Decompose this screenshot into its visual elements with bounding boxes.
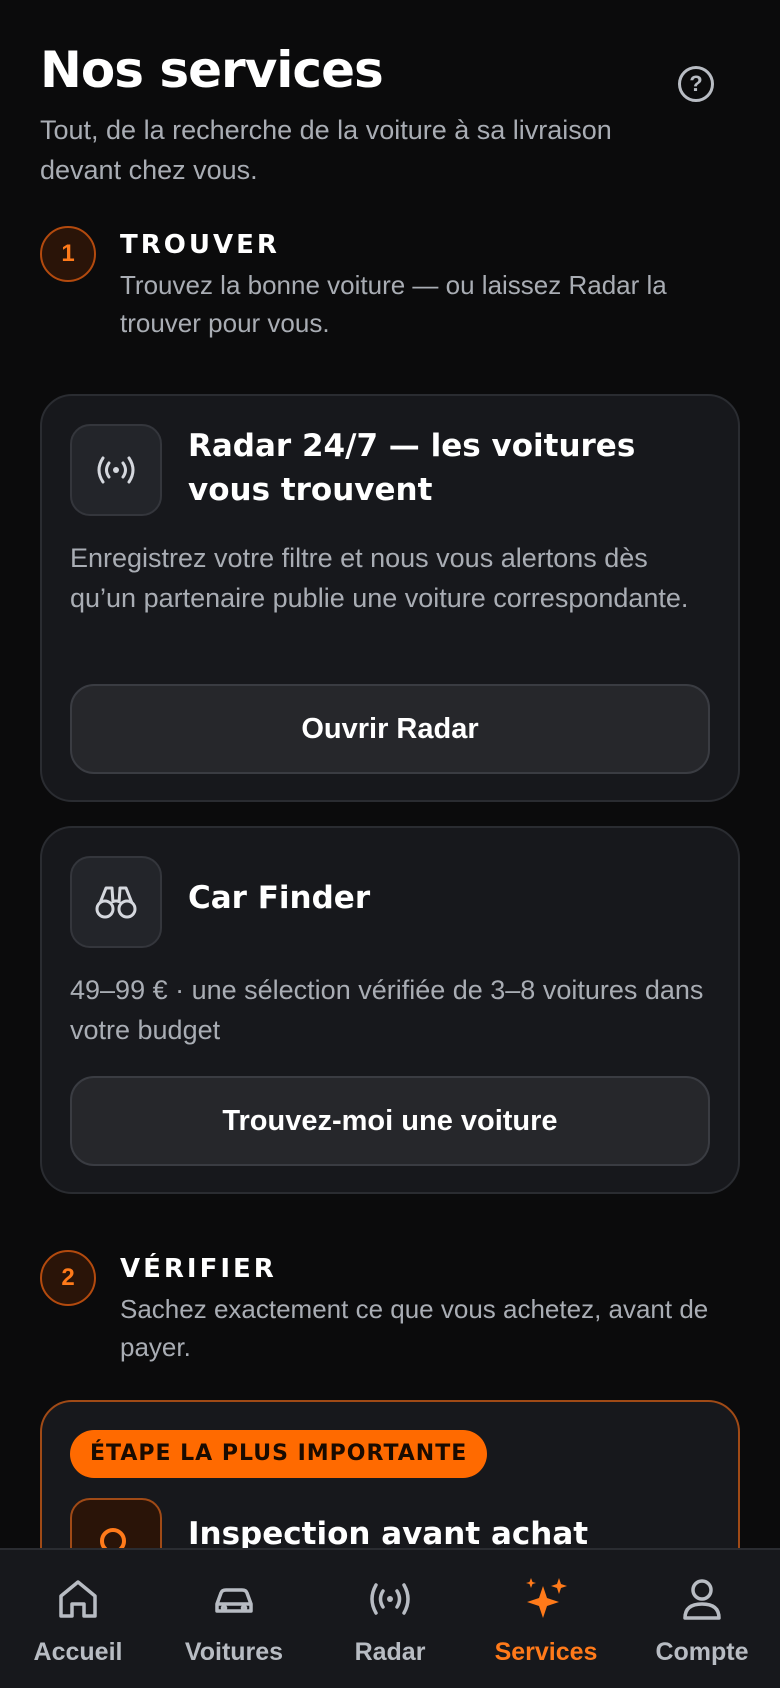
tab-label: Radar — [354, 1638, 426, 1666]
open-radar-button[interactable]: Ouvrir Radar — [70, 684, 710, 774]
step-trouver: 1 TROUVER Trouvez la bonne voiture — ou … — [40, 226, 740, 346]
tab-label: Voitures — [184, 1638, 284, 1666]
page-title: Nos services — [40, 41, 384, 99]
step-verifier: 2 VÉRIFIER Sachez exactement ce que vous… — [40, 1250, 740, 1370]
radar-icon — [370, 1583, 410, 1615]
radar-broadcast-icon — [70, 424, 162, 516]
card-title: Radar 24/7 — les voitures vous trouvent — [188, 428, 636, 508]
inspection-service-card: ÉTAPE LA PLUS IMPORTANTE Inspection avan… — [40, 1400, 740, 1548]
card-description: 49–99 € · une sélection vérifiée de 3–8 … — [70, 975, 704, 1045]
step-description: Sachez exactement ce que vous achetez, a… — [120, 1294, 709, 1362]
card-title: Inspection avant achat — [188, 1516, 589, 1548]
help-circle-icon[interactable]: ? — [678, 66, 714, 102]
user-icon — [683, 1579, 721, 1620]
tab-radar[interactable]: Radar — [312, 1550, 468, 1688]
car-icon — [215, 1588, 253, 1613]
sparkles-icon — [526, 1578, 567, 1618]
home-icon — [59, 1580, 97, 1618]
services-scroll-view[interactable]: Nos services Tout, de la recherche de la… — [0, 0, 780, 1548]
binoculars-icon — [70, 856, 162, 948]
tab-compte[interactable]: Compte — [624, 1550, 780, 1688]
tab-voitures[interactable]: Voitures — [156, 1550, 312, 1688]
page-subtitle: Tout, de la recherche de la voiture à sa… — [40, 115, 612, 185]
tab-services[interactable]: Services — [468, 1550, 624, 1688]
tab-accueil[interactable]: Accueil — [0, 1550, 156, 1688]
tab-label: Accueil — [33, 1638, 123, 1666]
card-description: Enregistrez votre filtre et nous vous al… — [70, 543, 689, 613]
tab-label: Compte — [655, 1638, 749, 1666]
step-description: Trouvez la bonne voiture — ou laissez Ra… — [120, 270, 667, 338]
card-title: Car Finder — [188, 880, 371, 916]
most-important-badge: ÉTAPE LA PLUS IMPORTANTE — [70, 1430, 488, 1478]
car-finder-service-card: Car Finder 49–99 € · une sélection vérif… — [40, 826, 740, 1194]
radar-service-card: Radar 24/7 — les voitures vous trouvent … — [40, 394, 740, 802]
tab-label: Services — [494, 1638, 598, 1666]
search-icon — [70, 1498, 162, 1548]
bottom-tab-bar: Accueil Voitures Radar Services Compte — [0, 1548, 780, 1688]
step-title: VÉRIFIER — [120, 1254, 277, 1284]
step-title: TROUVER — [120, 230, 280, 260]
step-number-badge: 1 — [40, 226, 96, 282]
page-header: Nos services Tout, de la recherche de la… — [40, 40, 740, 190]
step-number-badge: 2 — [40, 1250, 96, 1306]
find-me-a-car-button[interactable]: Trouvez-moi une voiture — [70, 1076, 710, 1166]
